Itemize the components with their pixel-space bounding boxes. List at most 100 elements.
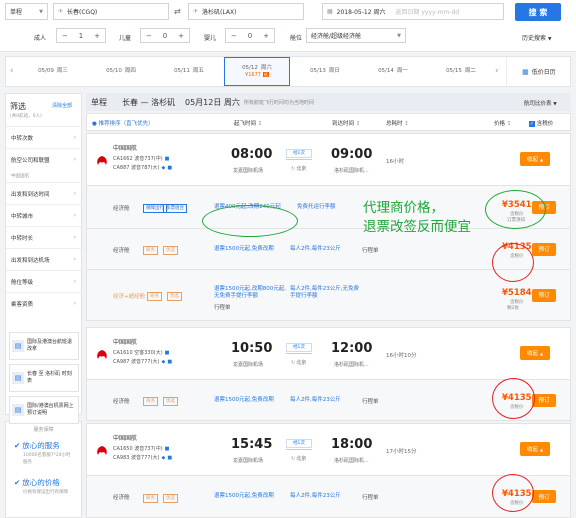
from-city-input[interactable]: ✈ 长春(CGQ) (53, 3, 169, 20)
sidebar-item[interactable]: 中转次数 › (6, 126, 81, 148)
date-cell[interactable]: 05/15 周二 (428, 57, 494, 86)
swap-icon[interactable]: ⇄ (174, 7, 181, 16)
sidebar-item-label: 舱位等级 (11, 279, 34, 286)
arrival-time: 18:00 (331, 437, 373, 452)
date-cell-week: 周四 (124, 68, 136, 75)
chevron-right-icon[interactable]: › (495, 66, 499, 76)
low-price-badge-icon: 低 (262, 71, 269, 77)
cabin-select[interactable]: 经济舱/超级经济舱 ▼ (306, 28, 406, 43)
chevron-right-icon: › (73, 190, 76, 197)
filter-subtitle: (共0航班，0人) (10, 114, 42, 119)
date-cell-date: 05/11 (174, 68, 190, 75)
date-cell[interactable]: 05/11 周五 (156, 57, 222, 86)
book-button[interactable]: 预订 (532, 242, 556, 256)
document-icon: ▤ (12, 372, 24, 384)
sidebar-item[interactable]: 舱位等级 › (6, 270, 81, 292)
minus-icon[interactable]: − (146, 32, 152, 40)
sidebar-item[interactable]: 出发和到达机场 › (6, 248, 81, 270)
promo-link[interactable]: ▤ 长春 至 洛杉矶 时刻表 (9, 364, 79, 392)
fold-button[interactable]: 收起 ▲ (520, 152, 550, 166)
minus-icon[interactable]: − (62, 32, 68, 40)
sort-arrival-label: 到达时间 (332, 121, 355, 127)
chevron-left-icon[interactable]: ‹ (10, 66, 14, 76)
fare-cabin: 经济+超经舱 (113, 293, 146, 300)
fold-button[interactable]: 收起 ▲ (520, 346, 550, 360)
date-input[interactable]: ▦ 2018-05-12 周六 返回日期 yyyy-mm-dd (322, 3, 504, 20)
plus-icon[interactable]: + (94, 32, 100, 40)
sort-duration[interactable]: 总耗时 ↕ (386, 119, 409, 127)
sidebar-item[interactable]: 乘客资质 › (6, 292, 81, 314)
sidebar-item-label: 出发和到达机场 (11, 257, 50, 264)
arrival-airport: 洛杉矶国际机... (334, 458, 369, 464)
date-cell[interactable]: 05/09 周三 (20, 57, 86, 86)
sort-departure[interactable]: 起飞时间 ↕ (234, 119, 262, 127)
adult-label: 成人 (34, 35, 47, 42)
departure-time: 15:45 (231, 437, 273, 452)
book-button[interactable]: 预订 (532, 288, 556, 302)
baggage-rule[interactable]: 免费托运行李额 (297, 204, 367, 211)
fare-note: 剩2张 (507, 305, 519, 311)
promo-link[interactable]: ▤ 国际及港澳台航班退改拿 (9, 332, 79, 360)
adult-stepper[interactable]: − 1 + (56, 28, 106, 43)
date-cell-label: 05/12 周六 (242, 64, 272, 72)
book-button[interactable]: 预订 (532, 490, 556, 503)
sort-price[interactable]: 价格 ↕ (494, 119, 511, 127)
fare-tag: 优选 (163, 397, 178, 406)
fold-button-label: 收起 (526, 351, 538, 357)
low-price-calendar-button[interactable]: ▦ 低价日历 (506, 57, 571, 86)
stop-count: 经1次 (286, 343, 312, 352)
sidebar-item[interactable]: 中转时长 › (6, 226, 81, 248)
service-2-sub: 价格有保证出行有保障 (23, 490, 68, 495)
sidebar-item[interactable]: 航空公司和联盟 › (6, 148, 81, 170)
chevron-down-icon: ▼ (553, 102, 557, 107)
baggage-rule[interactable]: 每人2件,每件23公斤 (290, 493, 370, 500)
sort-recommend[interactable]: ● 推荐排序（直飞优先） (92, 119, 154, 127)
history-search-link[interactable]: 历史搜索 ▼ (522, 33, 551, 42)
infant-stepper[interactable]: − 0 + (225, 28, 275, 43)
to-city-input[interactable]: ✈ 洛杉矶(LAX) (188, 3, 304, 20)
date-cell[interactable]: 05/14 周一 (360, 57, 426, 86)
date-cell-date: 05/14 (378, 68, 394, 75)
stop-info[interactable]: 经1次 (286, 149, 312, 160)
date-cell-week: 周五 (192, 68, 204, 75)
child-stepper[interactable]: − 0 + (140, 28, 190, 43)
fold-button[interactable]: 收起 ▲ (520, 442, 550, 456)
from-city-value: 长春(CGQ) (67, 9, 98, 16)
chevron-down-icon: ▼ (397, 32, 401, 39)
tax-included-checkbox[interactable]: ✓ 含税价 (529, 119, 553, 127)
date-cell[interactable]: 05/10 周四 (88, 57, 154, 86)
sort-recommend-label: 推荐排序（直飞优先） (98, 121, 154, 127)
itinerary-label: 行程单 (362, 495, 379, 501)
return-date-placeholder[interactable]: 返回日期 yyyy-mm-dd (395, 7, 459, 16)
search-button[interactable]: 搜 索 (515, 3, 561, 21)
date-cell[interactable]: 05/13 周日 (292, 57, 358, 86)
sidebar-item[interactable]: 中转城市 › (6, 204, 81, 226)
stop-info[interactable]: 经1次 (286, 343, 312, 354)
promo-label: 国际及港澳台航班退改拿 (27, 339, 73, 352)
plus-icon[interactable]: + (178, 32, 184, 40)
clear-all-link[interactable]: 清除全部 (52, 102, 72, 109)
date-bar: ‹ 05/09 周三 05/10 周四 05/11 周五 05/12 周六 ¥1677 低 05/1… (5, 56, 571, 87)
chevron-right-icon: › (73, 134, 76, 141)
chevron-down-icon: ▼ (547, 37, 552, 42)
stop-city: ↻北京 (291, 359, 306, 366)
promo-link[interactable]: ▤ 国际/港澳台机票网上预订说明 (9, 396, 79, 424)
sidebar-item-label: 中转城市 (11, 213, 34, 220)
baggage-rule[interactable]: 每人2件,每件23公斤,无免费手提行李额 (290, 286, 360, 300)
price-list-link[interactable]: 航司比价表 ▼ (524, 99, 557, 107)
sort-arrival[interactable]: 到达时间 ↕ (332, 119, 360, 127)
minus-icon[interactable]: − (231, 32, 237, 40)
book-button[interactable]: 预订 (532, 393, 556, 407)
sidebar-item[interactable]: 出发和到达时间 › (6, 182, 81, 204)
sidebar-item-label: 中国国航 (11, 174, 29, 179)
plus-icon[interactable]: + (263, 32, 269, 40)
info-icon: ■ (167, 359, 173, 365)
trip-type-select[interactable]: 单程 ▼ (5, 3, 48, 20)
departure-time: 08:00 (231, 147, 273, 162)
baggage-rule[interactable]: 每人2件,每件23公斤 (290, 246, 370, 253)
date-cell[interactable]: 05/12 周六 ¥1677 低 (224, 57, 290, 86)
stop-info[interactable]: 经1次 (286, 439, 312, 450)
flight-number-1: CA1662 波音737(中) ■ (113, 155, 169, 162)
refund-rule[interactable]: 退票1500元起,改期800元起,无免费手提行李额 (214, 286, 286, 300)
baggage-rule[interactable]: 每人2件,每件23公斤 (290, 397, 370, 404)
